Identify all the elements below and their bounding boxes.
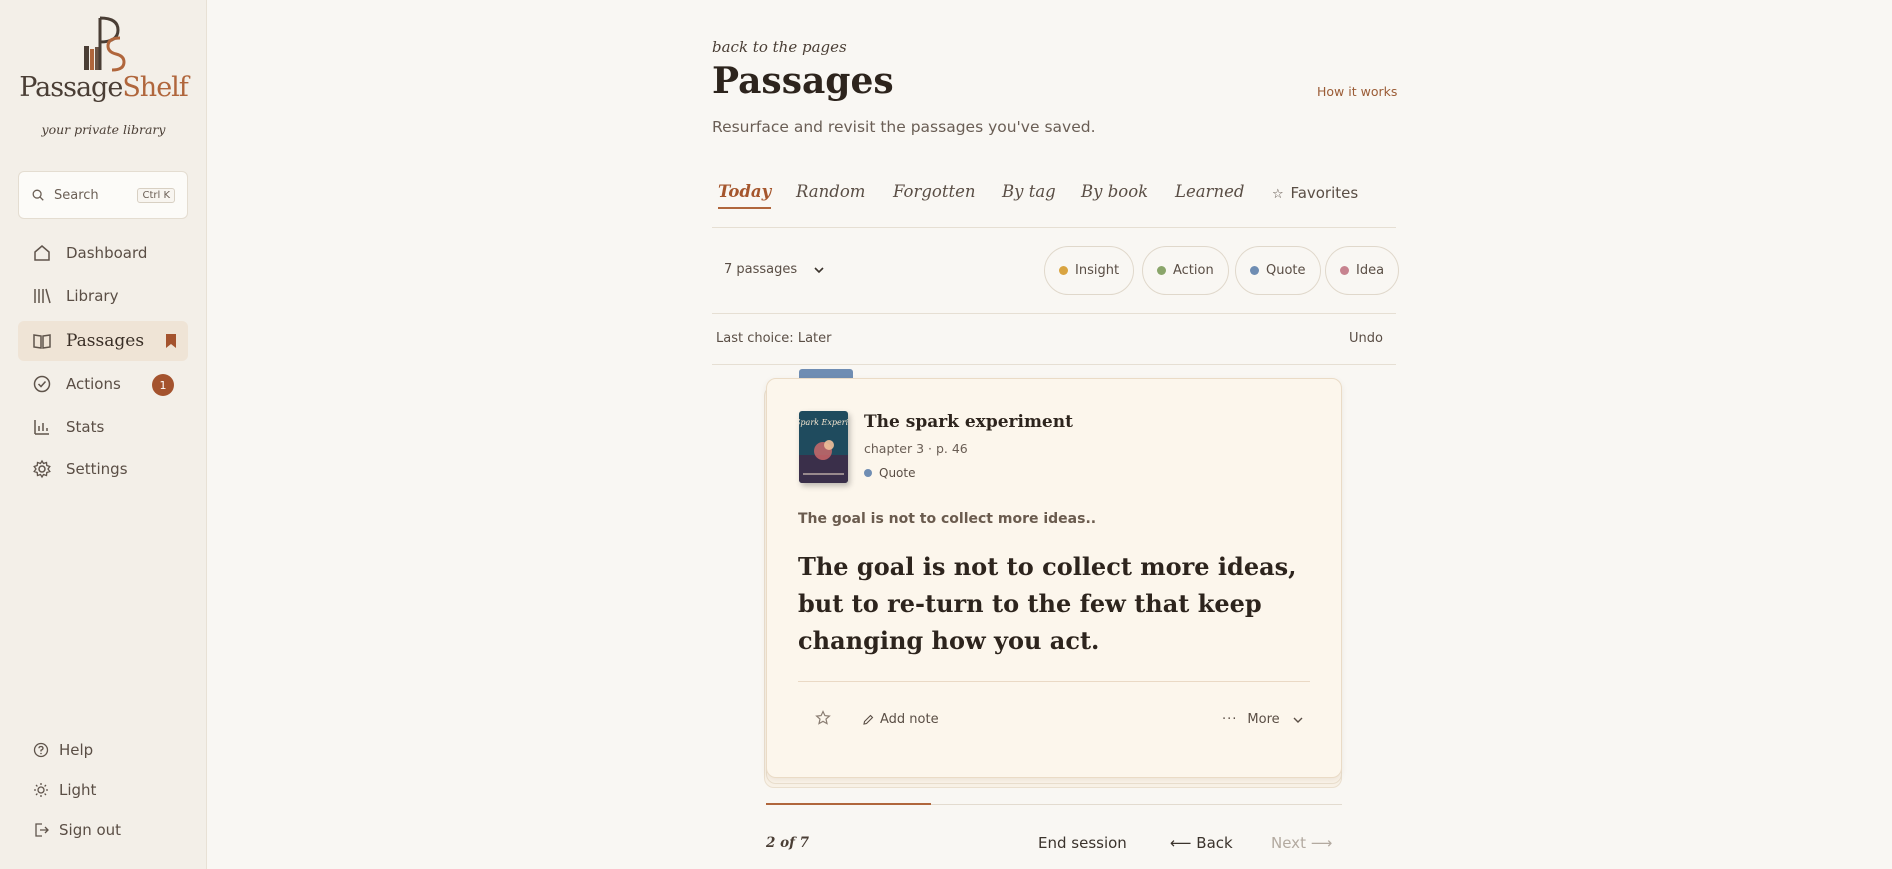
- tab-favorites[interactable]: ☆ Favorites: [1272, 184, 1358, 208]
- tab-forgotten[interactable]: Forgotten: [893, 182, 976, 207]
- open-book-icon: [33, 334, 51, 349]
- passage-quote: The goal is not to collect more ideas, b…: [798, 552, 1297, 655]
- search-shortcut: Ctrl K: [137, 187, 175, 203]
- tab-random[interactable]: Random: [796, 182, 865, 207]
- back-to-pages-link[interactable]: back to the pages: [712, 38, 847, 56]
- home-icon: [34, 245, 50, 261]
- pencil-icon: [863, 714, 874, 725]
- theme-label: Light: [59, 781, 97, 799]
- actions-count-badge: 1: [152, 374, 174, 396]
- tab-by-book[interactable]: By book: [1081, 182, 1148, 207]
- search-placeholder: Search: [54, 187, 99, 203]
- chip-label: Quote: [1266, 263, 1306, 278]
- sidebar-item-settings[interactable]: Settings: [18, 449, 188, 489]
- chip-label: Insight: [1075, 263, 1120, 278]
- ellipsis-icon: ···: [1222, 712, 1238, 727]
- tag-label: Quote: [879, 466, 916, 480]
- sidebar-item-label: Dashboard: [66, 244, 148, 262]
- books-icon: [34, 288, 51, 304]
- card-divider: [798, 681, 1310, 682]
- book-location: chapter 3 · p. 46: [864, 441, 968, 456]
- how-it-works-link[interactable]: How it works: [1317, 84, 1397, 99]
- sidebar-item-passages[interactable]: Passages: [18, 321, 188, 361]
- page-subtitle: Resurface and revisit the passages you'v…: [712, 118, 1096, 136]
- help-icon: [33, 742, 49, 758]
- sidebar-item-library[interactable]: Library: [18, 276, 188, 316]
- add-note-label: Add note: [880, 712, 939, 727]
- session-counter: 2 of 7: [766, 835, 809, 851]
- sign-out-icon: [35, 823, 49, 837]
- favorite-star-icon[interactable]: [815, 710, 831, 726]
- more-label: More: [1247, 712, 1280, 727]
- passage-tabs: Today Random Forgotten By tag By book Le…: [712, 178, 1396, 228]
- last-choice-label: Last choice: Later: [716, 331, 832, 346]
- last-choice-bar: Last choice: Later Undo: [712, 313, 1396, 365]
- chevron-down-icon: [1293, 717, 1303, 723]
- sidebar-item-label: Stats: [66, 418, 105, 436]
- sidebar-item-label: Passages: [66, 331, 145, 351]
- passage-count-label: 7 passages: [724, 262, 798, 277]
- tag-dot: [864, 469, 872, 477]
- book-cover: The Spark Experiment: [799, 411, 848, 483]
- gear-icon: [33, 459, 51, 479]
- chevron-down-icon: [814, 266, 824, 273]
- quote-dot: [1250, 266, 1259, 275]
- help-link[interactable]: Help: [33, 741, 93, 759]
- check-circle-icon: [33, 375, 51, 393]
- more-menu-button[interactable]: ··· More: [1222, 712, 1304, 727]
- search-icon: [32, 189, 44, 201]
- sign-out-label: Sign out: [59, 821, 122, 839]
- star-icon: ☆: [1272, 187, 1284, 202]
- sign-out-link[interactable]: Sign out: [33, 821, 121, 839]
- logo-icon: [84, 16, 126, 72]
- undo-button[interactable]: Undo: [1349, 331, 1383, 346]
- action-dot: [1157, 266, 1166, 275]
- passage-excerpt: The goal is not to collect more ideas..: [798, 511, 1097, 527]
- book-title[interactable]: The spark experiment: [864, 412, 1073, 432]
- search-input[interactable]: Search Ctrl K: [18, 171, 188, 219]
- bar-chart-icon: [34, 420, 49, 435]
- filter-chip-quote[interactable]: Quote: [1235, 246, 1321, 295]
- theme-toggle[interactable]: Light: [33, 781, 96, 799]
- sidebar-item-label: Actions: [66, 375, 121, 393]
- tab-favorites-label: Favorites: [1290, 184, 1359, 202]
- sun-icon: [34, 783, 48, 797]
- logo-wordmark: PassageShelf: [19, 72, 189, 103]
- sidebar: PassageShelf your private library Search…: [0, 0, 207, 869]
- cover-title-text: The Spark Experiment: [799, 418, 848, 427]
- tab-learned[interactable]: Learned: [1175, 182, 1244, 207]
- end-session-button[interactable]: End session: [1038, 834, 1127, 852]
- sidebar-item-stats[interactable]: Stats: [18, 407, 188, 447]
- chip-label: Action: [1173, 263, 1214, 278]
- insight-dot: [1059, 266, 1068, 275]
- sidebar-item-label: Settings: [66, 460, 128, 478]
- chip-label: Idea: [1356, 263, 1385, 278]
- bookmark-icon: [166, 334, 176, 348]
- tab-today[interactable]: Today: [718, 182, 772, 209]
- page-title: Passages: [712, 60, 894, 102]
- sidebar-item-actions[interactable]: Actions 1: [18, 364, 188, 404]
- idea-dot: [1340, 266, 1349, 275]
- help-label: Help: [59, 741, 94, 759]
- session-progress-fill: [766, 803, 931, 805]
- back-button[interactable]: ⟵ Back: [1170, 834, 1233, 852]
- tagline: your private library: [41, 122, 166, 137]
- sidebar-item-dashboard[interactable]: Dashboard: [18, 233, 188, 273]
- filter-chip-insight[interactable]: Insight: [1044, 246, 1135, 295]
- sidebar-item-label: Library: [66, 287, 119, 305]
- filter-chip-idea[interactable]: Idea: [1325, 246, 1400, 295]
- add-note-button[interactable]: Add note: [862, 712, 939, 727]
- filter-chip-action[interactable]: Action: [1142, 246, 1229, 295]
- tab-by-tag[interactable]: By tag: [1002, 182, 1056, 207]
- passage-count-select[interactable]: 7 passages: [724, 262, 825, 277]
- next-button[interactable]: Next ⟶: [1271, 834, 1332, 852]
- passage-tag: Quote: [864, 466, 915, 480]
